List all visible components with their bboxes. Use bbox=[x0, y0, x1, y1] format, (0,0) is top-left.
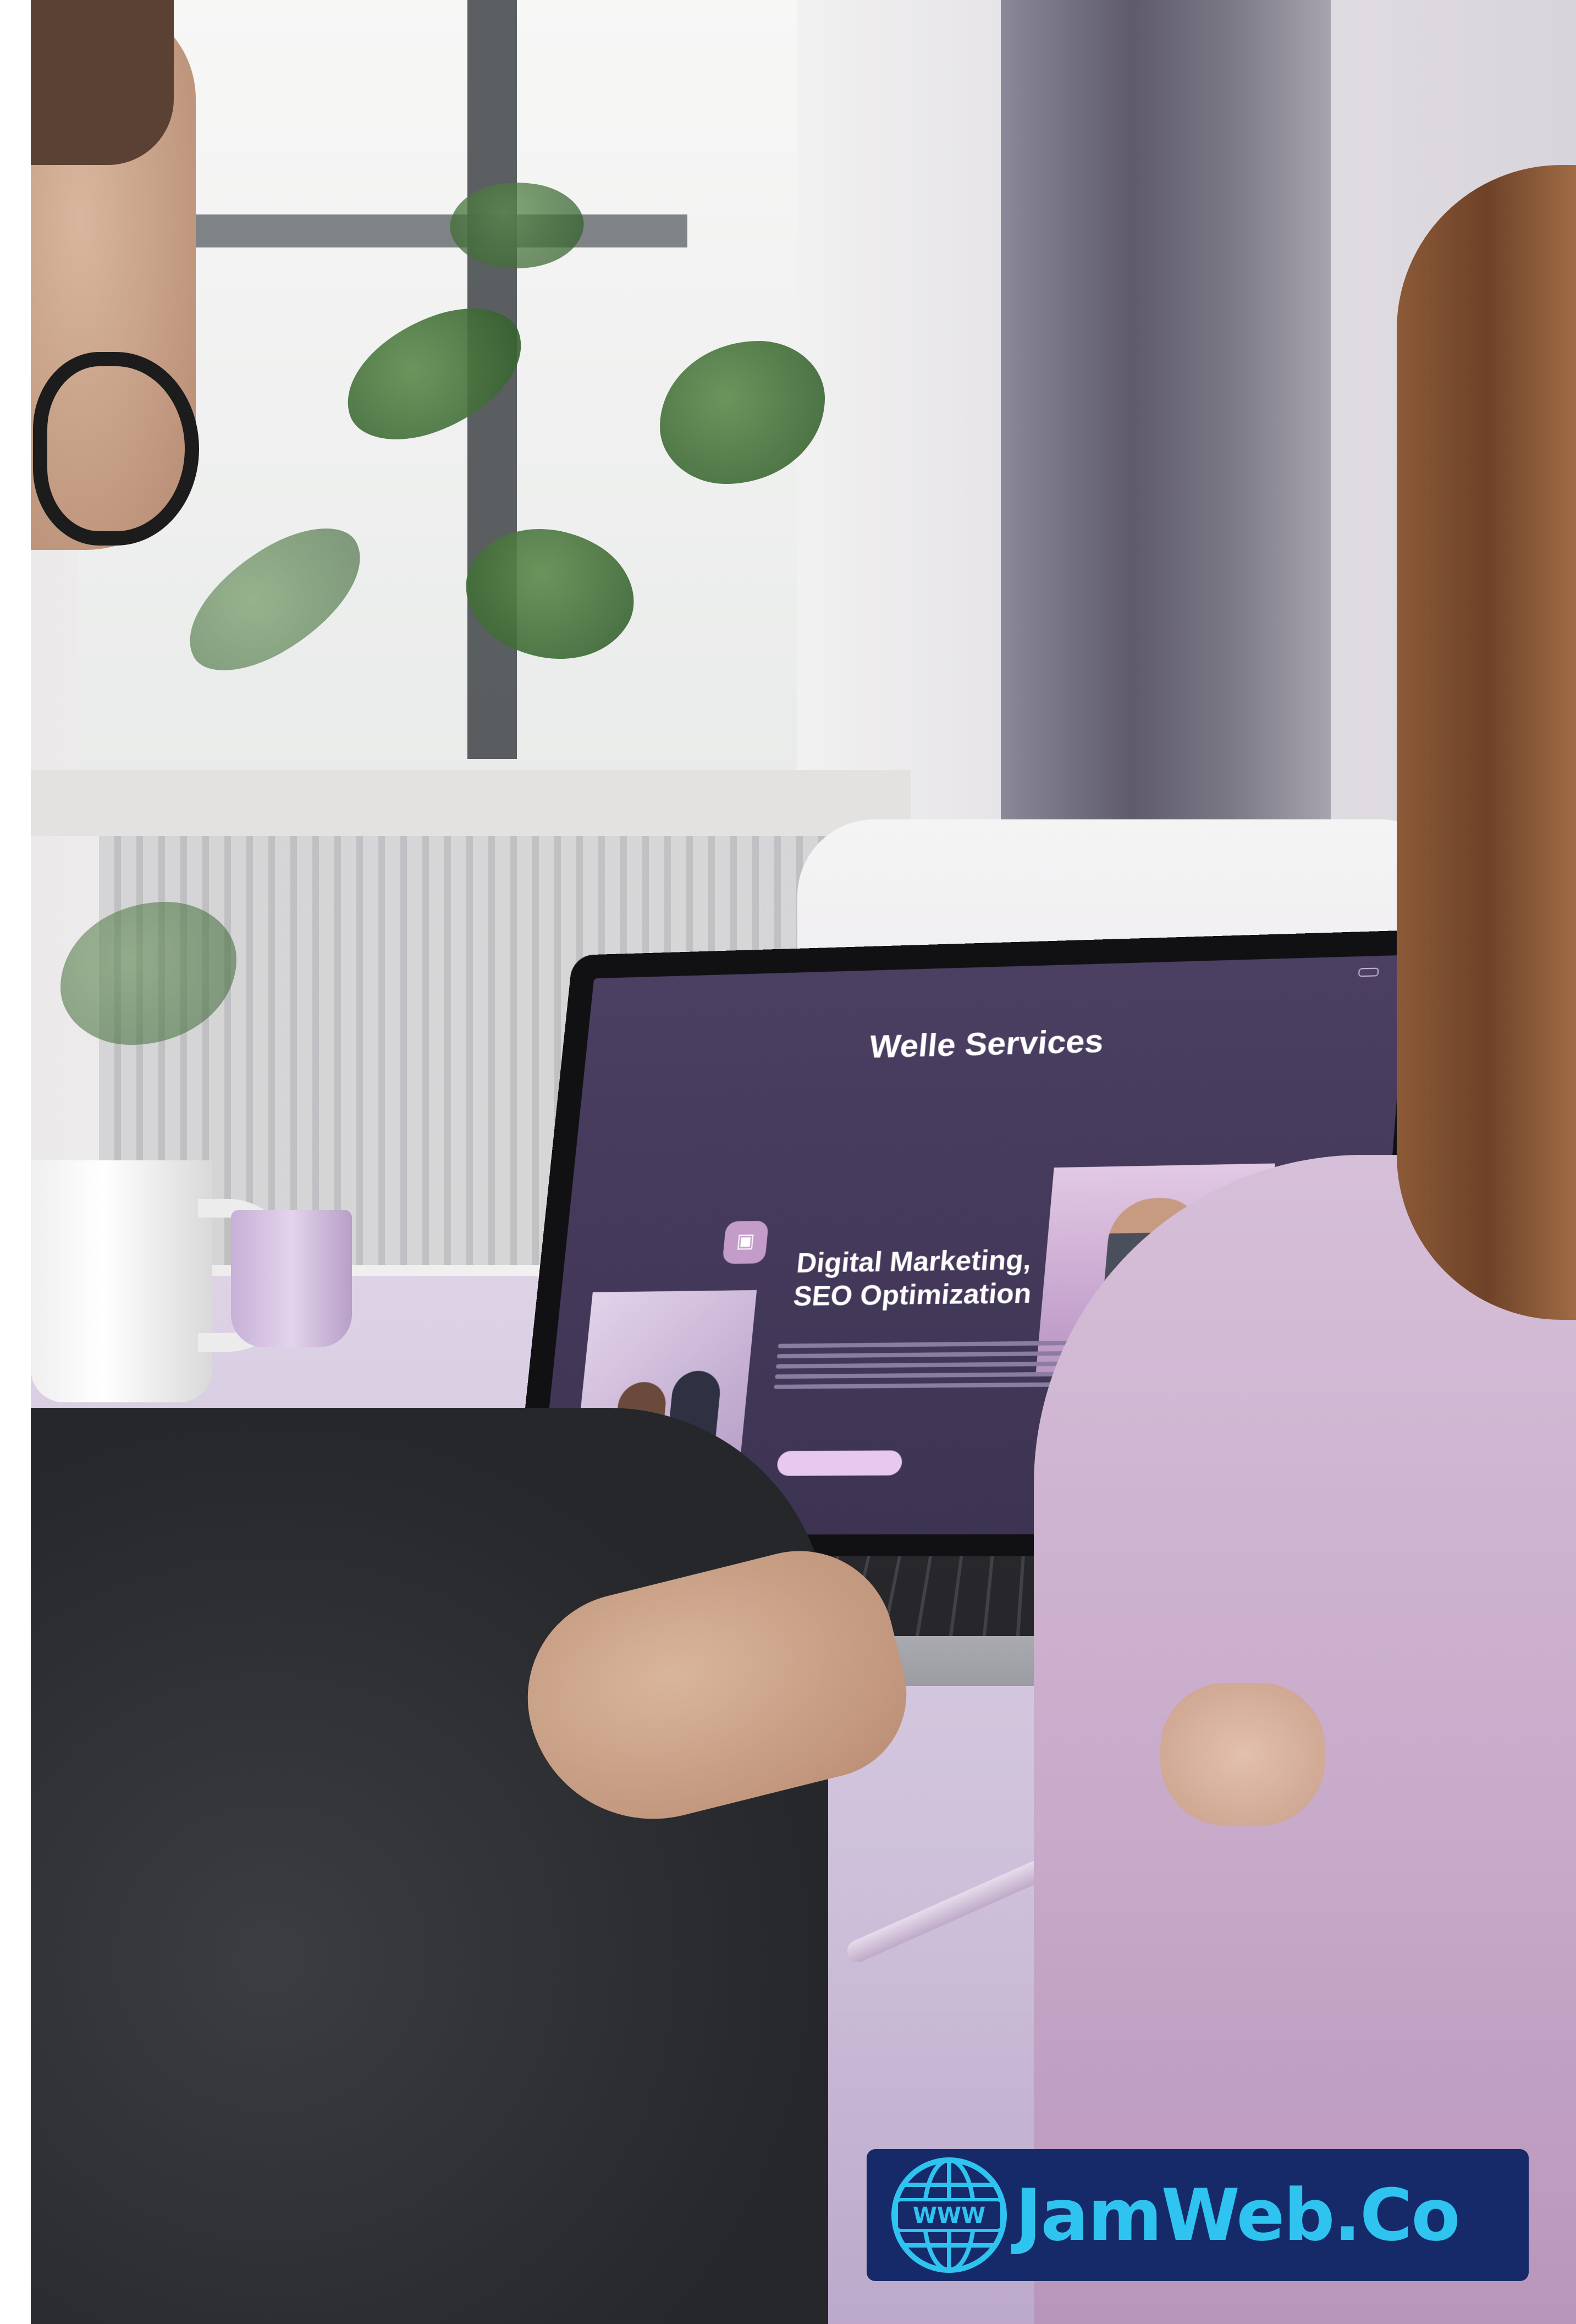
nav-links bbox=[1312, 967, 1379, 978]
coffee-mug bbox=[31, 1160, 212, 1402]
service-icon bbox=[722, 1220, 769, 1264]
service-heading: Digital Marketing, SEO Optimization bbox=[792, 1243, 1036, 1313]
curtain bbox=[1001, 0, 1331, 825]
glasses bbox=[33, 352, 199, 546]
person-right-hair bbox=[1397, 165, 1576, 1320]
photo-scene: Welle Services Digital Marketing, SEO Op… bbox=[0, 0, 1576, 2324]
site-subtitle bbox=[772, 1068, 1199, 1078]
person-left-shoulder bbox=[31, 1408, 828, 2324]
person-right-hand bbox=[1160, 1683, 1325, 1826]
service-heading-line: SEO Optimization bbox=[792, 1277, 1033, 1312]
service-heading-line: Digital Marketing, bbox=[795, 1244, 1033, 1279]
site-title: Welle Services bbox=[867, 1022, 1105, 1065]
globe-icon: WWW bbox=[891, 2157, 1007, 2273]
window-sill bbox=[31, 770, 911, 836]
window-frame-horizontal bbox=[110, 214, 687, 247]
globe-text: WWW bbox=[913, 2203, 985, 2228]
site-nav bbox=[591, 955, 1408, 1010]
lilac-cup bbox=[231, 1210, 352, 1347]
left-margin bbox=[0, 0, 31, 2324]
nav-cta-button[interactable] bbox=[1358, 967, 1379, 977]
brand-watermark: WWW JamWeb.Co bbox=[867, 2149, 1529, 2281]
sheer-curtain bbox=[797, 0, 1006, 825]
cta-button[interactable] bbox=[776, 1450, 903, 1476]
person-left-hair bbox=[31, 0, 174, 165]
brand-name: JamWeb.Co bbox=[1015, 2173, 1461, 2257]
